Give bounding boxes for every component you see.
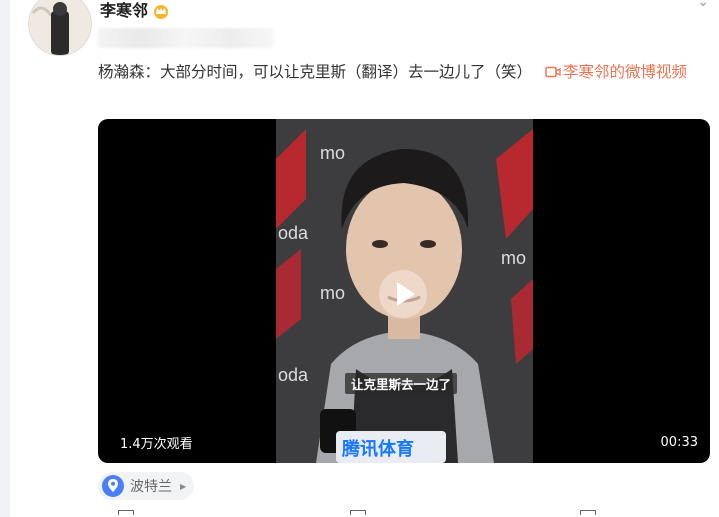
svg-text:oda: oda	[278, 223, 309, 243]
location-name[interactable]: 波特兰	[130, 476, 172, 496]
video-camera-icon	[545, 66, 561, 78]
svg-text:mo: mo	[320, 143, 345, 163]
svg-text:mo: mo	[320, 283, 345, 303]
post-meta-blurred	[98, 28, 274, 48]
video-player[interactable]: mo oda mo mo oda 腾讯体育 让克里斯去一边了 1.4万次观看 0…	[98, 119, 710, 463]
like-icon[interactable]	[580, 510, 596, 515]
author-avatar[interactable]	[28, 0, 92, 56]
play-icon[interactable]	[378, 269, 428, 319]
video-source-link[interactable]: 李寒邻的微博视频	[537, 63, 687, 81]
location-tag[interactable]: 波特兰 ▶	[98, 472, 195, 500]
location-pin-icon	[102, 475, 124, 497]
comment-icon[interactable]	[350, 510, 366, 515]
location-arrow-icon: ▶	[180, 481, 187, 491]
avatar-image	[29, 0, 91, 55]
page-left-gutter	[0, 0, 10, 517]
svg-text:腾讯体育: 腾讯体育	[342, 438, 414, 459]
view-count: 1.4万次观看	[120, 437, 193, 452]
author-name[interactable]: 李寒邻	[100, 0, 148, 22]
video-subtitle: 让克里斯去一边了	[345, 373, 458, 394]
share-icon[interactable]	[118, 510, 134, 515]
video-duration: 00:33	[660, 435, 698, 450]
vip-crown-icon	[154, 5, 168, 19]
post-body: 杨瀚森：大部分时间，可以让克里斯（翻译）去一边儿了（笑）	[98, 63, 533, 81]
post-text: 杨瀚森：大部分时间，可以让克里斯（翻译）去一边儿了（笑） 李寒邻的微博视频	[98, 58, 710, 86]
svg-text:oda: oda	[278, 365, 309, 385]
video-source-label[interactable]: 李寒邻的微博视频	[563, 63, 687, 81]
more-chevron-icon[interactable]: ⌄	[697, 0, 709, 10]
svg-text:mo: mo	[501, 248, 526, 268]
